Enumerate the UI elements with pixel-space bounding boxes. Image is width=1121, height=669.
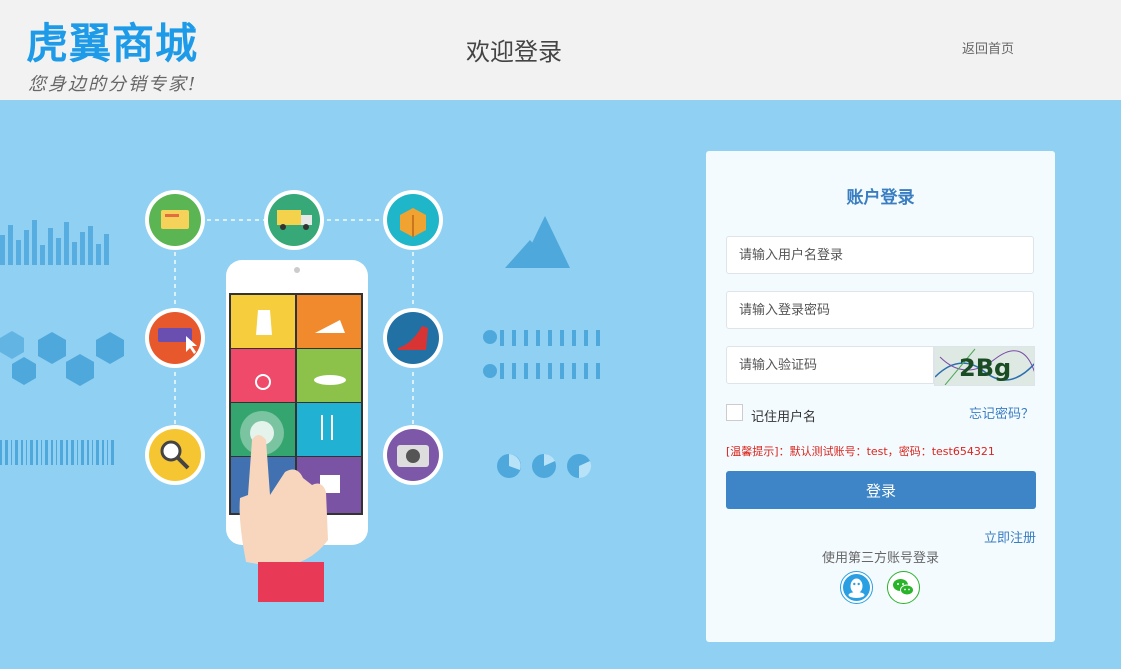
username-input[interactable] <box>726 236 1034 274</box>
login-panel-title: 账户登录 <box>846 188 915 208</box>
login-panel: 账户登录 2Bg 记住用户名 忘记密码？ [温馨提示]：默认测试账号：test，… <box>706 151 1055 642</box>
credit-card-icon <box>145 190 205 250</box>
camera-icon <box>383 425 443 485</box>
people-chart-decoration <box>483 330 600 379</box>
captcha-image[interactable]: 2Bg <box>934 346 1035 386</box>
mountain-decoration <box>505 216 570 268</box>
remember-username-label: 记住用户名 <box>751 410 817 425</box>
logo-slogan: 您身边的分销专家! <box>28 74 198 95</box>
wechat-login-button[interactable] <box>887 571 920 604</box>
shopping-illustration <box>0 190 600 602</box>
forgot-password-link[interactable]: 忘记密码？ <box>969 403 1034 422</box>
logo[interactable]: 虎翼商城 <box>26 10 198 71</box>
delivery-truck-icon <box>264 190 324 250</box>
password-input[interactable] <box>726 291 1034 329</box>
qq-icon <box>843 574 870 601</box>
barcode-decoration <box>0 440 114 465</box>
dress-icon <box>256 310 272 335</box>
third-party-login-label: 使用第三方账号登录 <box>821 551 939 566</box>
bar-chart-decoration <box>0 220 109 265</box>
gift-box-icon <box>383 190 443 250</box>
test-account-tip: [温馨提示]：默认测试账号：test，密码：test654321 <box>726 445 995 458</box>
captcha-input[interactable] <box>726 346 934 384</box>
login-button[interactable]: 登录 <box>726 471 1036 509</box>
high-heel-icon <box>383 308 443 368</box>
header: 虎翼商城 您身边的分销专家! 欢迎登录 返回首页 <box>0 0 1121 100</box>
remember-username-checkbox[interactable] <box>726 404 743 421</box>
hexagon-decoration <box>0 331 124 386</box>
captcha-text: 2Bg <box>959 354 1011 382</box>
page-title: 欢迎登录 <box>466 38 562 66</box>
wechat-icon <box>893 579 914 596</box>
magnifier-icon <box>145 425 205 485</box>
card-payment-icon <box>145 308 205 368</box>
pie-decoration <box>497 453 592 479</box>
hat-icon <box>314 375 346 385</box>
register-link[interactable]: 立即注册 <box>984 527 1036 546</box>
back-to-home-link[interactable]: 返回首页 <box>962 38 1014 57</box>
smartphone-illustration <box>226 260 368 602</box>
qq-login-button[interactable] <box>840 571 873 604</box>
